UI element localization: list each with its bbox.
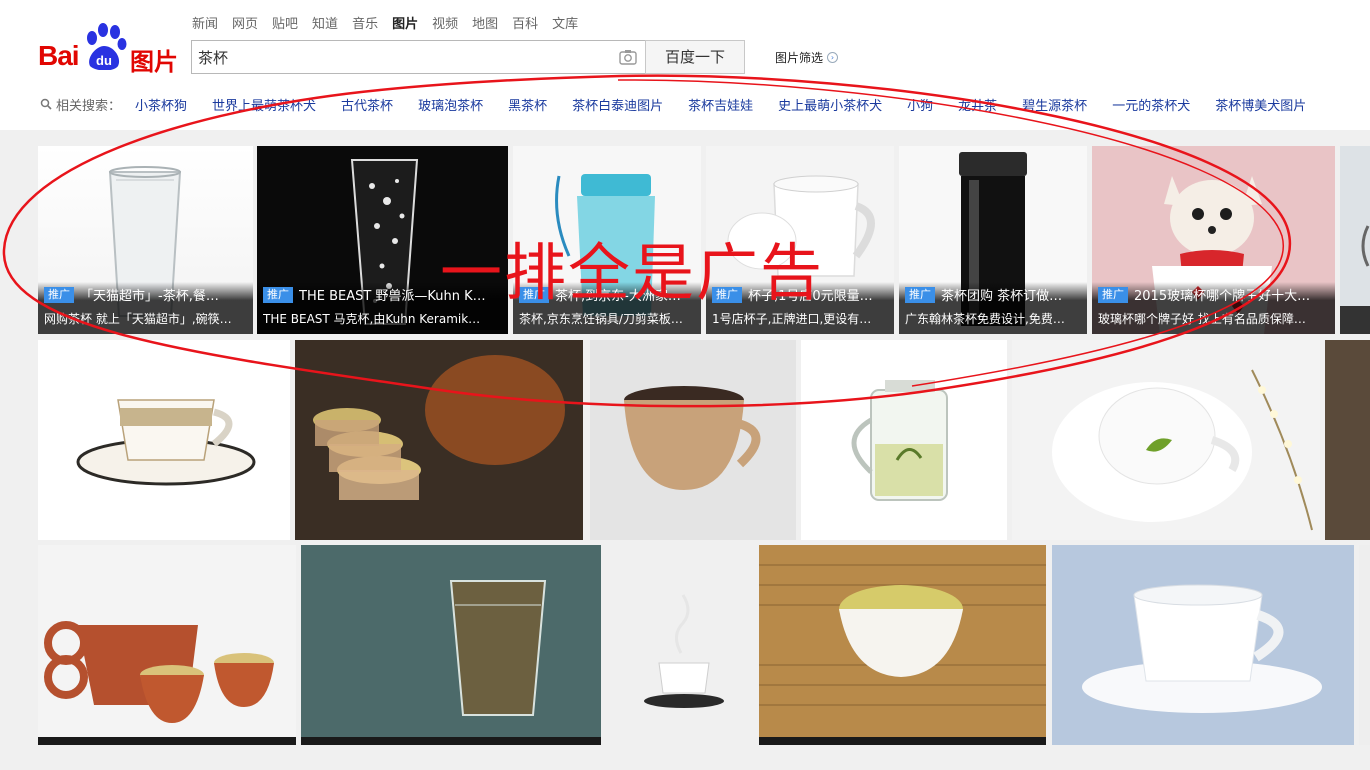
baidu-logo[interactable]: Bai du 图片 [38,22,178,76]
related-item[interactable]: 史上最萌小茶杯犬 [778,95,882,114]
related-label-text: 相关搜索： [56,98,122,114]
baidu-paw-icon: du [87,23,127,70]
ad-desc: 网购茶杯 就上「天猫超市」,碗筷… [44,312,232,326]
result-tile[interactable] [590,340,796,540]
ad-badge: 推广 [263,286,293,303]
ad-title: THE BEAST 野兽派—Kuhn K… [299,289,486,304]
result-tile[interactable] [1012,340,1320,540]
related-item[interactable]: 茶杯博美犬图片 [1215,95,1306,114]
glass-of-tea-image [301,545,601,745]
glass-tea-cup-image [851,380,948,501]
nav-tieba[interactable]: 贴吧 [272,16,298,36]
result-tile[interactable] [1325,340,1370,540]
result-tile[interactable] [759,545,1046,745]
search-input[interactable] [198,46,608,68]
ad-line1: 推广 THE BEAST 野兽派—Kuhn K… [263,285,502,304]
partial-image [1340,146,1370,334]
nav-map[interactable]: 地图 [472,16,498,36]
ad-desc: THE BEAST 马克杯,由Kuhn Keramik… [263,312,481,326]
white-cup-leaf-image [1052,369,1313,531]
nav-baike[interactable]: 百科 [512,16,538,36]
tea-cup-on-mat-image [759,545,1046,745]
ad-line1: 推广 茶杯,到京东-大洲家… [519,285,695,304]
nav-web[interactable]: 网页 [232,16,258,36]
ad-badge: 推广 [44,286,74,303]
ad-tile-tmall[interactable]: 推广 「天猫超市」-茶杯,餐… 网购茶杯 就上「天猫超市」,碗筷… [38,146,253,334]
image-filter-label: 图片筛选 [775,51,824,65]
ad-line1: 推广 茶杯团购 茶杯订做… [905,285,1081,304]
header: Bai du 图片 新闻 网页 贴吧 知道 音乐 图片 视频 地图 百科 文库 … [0,0,1370,130]
ad-badge: 推广 [519,286,549,303]
related-item[interactable]: 一元的茶杯犬 [1112,95,1190,114]
result-tile[interactable] [1359,545,1370,745]
ad-tile-partial[interactable] [1340,146,1370,334]
porcelain-cup-saucer-image [76,399,256,486]
ad-line1: 推广 「天猫超市」-茶杯,餐… [44,285,247,304]
ad-tile-yhd[interactable]: 推广 杯子,1号店0元限量… 1号店杯子,正牌进口,更设有… [706,146,894,334]
chevron-right-icon: › [827,52,839,63]
ad-line1: 推广 杯子,1号店0元限量… [712,285,888,304]
nav-wenku[interactable]: 文库 [552,16,578,36]
top-nav: 新闻 网页 贴吧 知道 音乐 图片 视频 地图 百科 文库 [192,16,592,36]
nav-images[interactable]: 图片 [392,16,418,36]
result-tile[interactable] [301,545,601,745]
related-item[interactable]: 茶杯吉娃娃 [688,95,753,114]
related-item[interactable]: 古代茶杯 [341,95,393,114]
related-label: 相关搜索： [40,95,121,114]
ad-title: 「天猫超市」-茶杯,餐… [80,289,219,304]
search-icon [40,98,52,110]
ad-title: 杯子,1号店0元限量… [748,289,873,304]
nav-video[interactable]: 视频 [432,16,458,36]
result-tile[interactable] [295,340,583,540]
nav-music[interactable]: 音乐 [352,16,378,36]
result-tile[interactable] [38,340,290,540]
ad-tile-group-buy[interactable]: 推广 茶杯团购 茶杯订做… 广东翰林茶杯免费设计,免费… [899,146,1087,334]
result-tile[interactable] [609,545,753,745]
ad-desc: 1号店杯子,正牌进口,更设有… [712,312,872,326]
related-item[interactable]: 黑茶杯 [508,95,547,114]
steaming-cup-image [644,594,724,708]
ad-title: 茶杯团购 茶杯订做… [941,289,1063,304]
result-tile[interactable] [38,545,296,745]
nav-news[interactable]: 新闻 [192,16,218,36]
related-item[interactable]: 世界上最萌茶杯犬 [212,95,316,114]
related-item[interactable]: 玻璃泡茶杯 [418,95,483,114]
search-box [191,40,646,74]
ad-tile-glass-brand[interactable]: 推广 2015玻璃杯哪个牌子好十大… 玻璃杯哪个牌子好 找上有名品质保障… [1092,146,1335,334]
image-filter[interactable]: 图片筛选 › [775,49,839,66]
camera-icon[interactable] [619,49,637,65]
ad-badge: 推广 [905,286,935,303]
ad-title: 2015玻璃杯哪个牌子好十大… [1134,289,1311,304]
related-searches: 相关搜索： 小茶杯狗 世界上最萌茶杯犬 古代茶杯 玻璃泡茶杯 黑茶杯 茶杯白泰迪… [40,94,1331,114]
nav-zhidao[interactable]: 知道 [312,16,338,36]
related-item[interactable]: 茶杯白泰迪图片 [572,95,663,114]
white-cup-blue-bg-image [1082,584,1322,713]
related-item[interactable]: 碧生源茶杯 [1022,95,1087,114]
coffee-cup-image [624,386,761,490]
ad-desc: 广东翰林茶杯免费设计,免费… [905,312,1065,326]
result-tile[interactable] [801,340,1007,540]
ad-title: 茶杯,到京东-大洲家… [555,289,681,304]
ad-tile-beast[interactable]: 推广 THE BEAST 野兽派—Kuhn K… THE BEAST 马克杯,由… [257,146,508,334]
ad-desc: 茶杯,京东烹饪锅具/刀剪菜板… [519,312,683,326]
related-item[interactable]: 小狗 [907,95,933,114]
ad-desc: 玻璃杯哪个牌子好 找上有名品质保障… [1098,312,1306,326]
teapot-set-image [295,340,583,540]
ad-badge: 推广 [1098,286,1128,303]
ad-tile-jd[interactable]: 推广 茶杯,到京东-大洲家… 茶杯,京东烹饪锅具/刀剪菜板… [513,146,701,334]
clay-pitcher-cups-image [38,621,296,745]
logo-pic: 图片 [130,48,178,76]
logo-du: du [96,53,112,68]
ad-line1: 推广 2015玻璃杯哪个牌子好十大… [1098,285,1329,304]
related-item[interactable]: 龙井茶 [958,95,997,114]
logo-bai: Bai [38,40,80,71]
search-button[interactable]: 百度一下 [645,40,745,74]
result-tile[interactable] [1052,545,1354,745]
ad-badge: 推广 [712,286,742,303]
related-item[interactable]: 小茶杯狗 [135,95,187,114]
